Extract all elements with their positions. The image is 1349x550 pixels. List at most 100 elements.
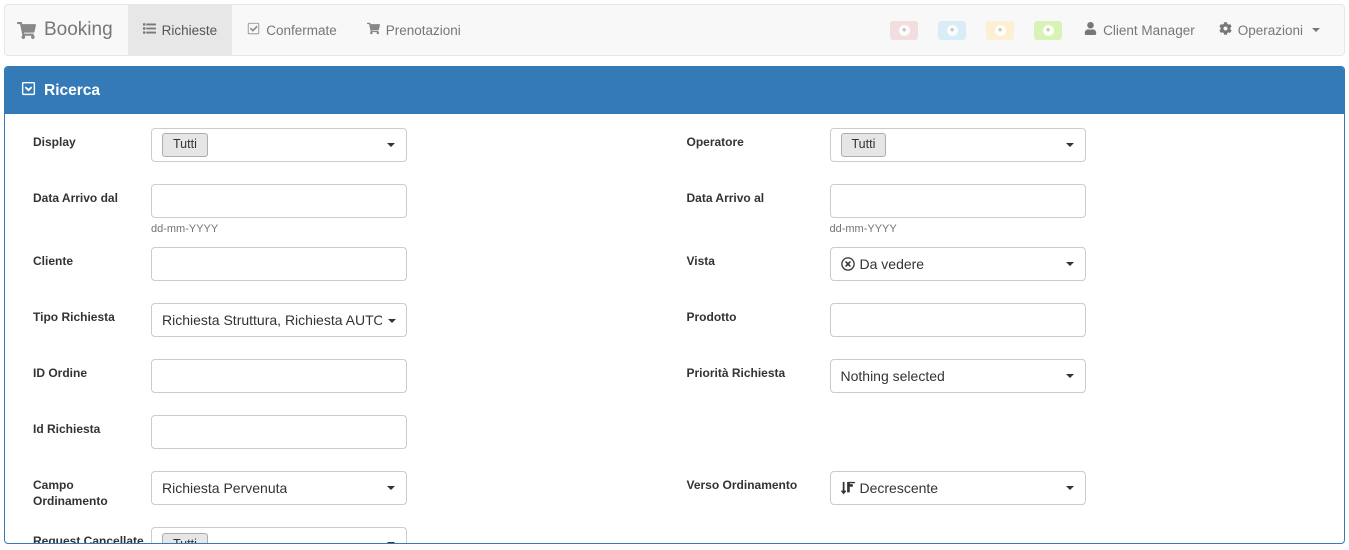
campo-ordinamento-value: Richiesta Pervenuta <box>162 480 288 497</box>
field-vista-label: Vista <box>686 254 715 269</box>
tab-richieste[interactable]: Richieste <box>127 5 233 55</box>
display-select-chip: Tutti <box>162 133 208 157</box>
chevron-down-icon <box>1065 143 1074 147</box>
prodotto-input[interactable] <box>829 303 1086 338</box>
chevron-down-icon <box>1065 262 1074 267</box>
tab-prenotazioni-label: Prenotazioni <box>385 22 461 38</box>
cart-icon <box>17 21 36 40</box>
field-priorita-richiesta: Priorità Richiesta Nothing selected <box>675 359 1345 405</box>
vista-value: Da vedere <box>859 256 925 273</box>
ricerca-panel: Ricerca Display Tutti Data Arrivo dal dd… <box>4 66 1345 544</box>
form-column-right: Operatore Tutti Data Arrivo al dd-mm-YYY… <box>675 128 1345 543</box>
field-id-ordine: ID Ordine <box>5 359 675 405</box>
field-display-label: Display <box>33 135 76 149</box>
field-campo-ordinamento-label: Campo Ordinamento <box>33 478 108 508</box>
panel-heading: Ricerca <box>5 67 1344 114</box>
field-vista: Vista Da vedere <box>675 247 1345 293</box>
display-select[interactable]: Tutti <box>151 128 407 162</box>
field-data-arrivo-dal: Data Arrivo dal dd-mm-YYYY <box>5 184 675 237</box>
operatore-select-chip: Tutti <box>840 133 887 157</box>
operatore-select[interactable]: Tutti <box>829 128 1086 162</box>
client-manager-label: Client Manager <box>1103 22 1195 38</box>
tab-confermate-label: Confermate <box>266 22 337 38</box>
request-cancellate-select[interactable]: Tutti <box>151 527 407 543</box>
priorita-richiesta-value: Nothing selected <box>840 368 945 385</box>
chevron-down-icon <box>1312 28 1320 32</box>
data-arrivo-dal-input[interactable] <box>151 184 407 218</box>
cart-icon <box>366 22 380 38</box>
id-richiesta-input[interactable] <box>151 415 407 450</box>
data-arrivo-dal-help: dd-mm-YYYY <box>151 223 219 235</box>
client-manager-link[interactable]: Client Manager <box>1072 22 1207 38</box>
brand-label: Booking <box>44 19 113 40</box>
operazioni-dropdown[interactable]: Operazioni <box>1207 22 1332 38</box>
campo-ordinamento-select[interactable]: Richiesta Pervenuta <box>151 471 407 506</box>
circle-x-icon <box>840 257 855 272</box>
verso-ordinamento-value: Decrescente <box>859 480 939 497</box>
verso-ordinamento-select[interactable]: Decrescente <box>829 471 1086 506</box>
form-columns: Display Tutti Data Arrivo dal dd-mm-YYYY… <box>5 128 1345 544</box>
main-navbar: Booking Richieste Confermate Prenotazion… <box>4 4 1345 56</box>
check-square-icon <box>247 22 260 38</box>
user-icon: ● <box>898 24 910 36</box>
user-icon: ● <box>1042 24 1054 36</box>
badge-red[interactable]: ● <box>890 20 919 40</box>
tab-confermate[interactable]: Confermate <box>232 5 352 55</box>
navbar-right-group: ● ● ● ● Client Manager Operazioni <box>880 5 1344 55</box>
field-cliente-label: Cliente <box>33 254 74 269</box>
chevron-down-icon <box>387 143 395 147</box>
badge-blue[interactable]: ● <box>938 20 967 40</box>
tipo-richiesta-select[interactable]: Richiesta Struttura, Richiesta AUTO, Ri <box>151 303 407 338</box>
field-campo-ordinamento: Campo Ordinamento Richiesta Pervenuta <box>5 471 675 517</box>
brand-booking[interactable]: Booking <box>5 5 128 55</box>
field-id-ordine-label: ID Ordine <box>33 366 88 381</box>
gear-icon <box>1219 22 1232 38</box>
tab-prenotazioni[interactable]: Prenotazioni <box>352 5 476 55</box>
data-arrivo-al-input[interactable] <box>829 184 1086 218</box>
field-verso-ordinamento-label: Verso Ordinamento <box>686 478 798 493</box>
field-tipo-richiesta-label: Tipo Richiesta <box>33 310 115 325</box>
vista-select[interactable]: Da vedere <box>829 247 1086 282</box>
field-tipo-richiesta: Tipo Richiesta Richiesta Struttura, Rich… <box>5 303 675 349</box>
badge-green[interactable]: ● <box>1034 20 1063 40</box>
caret-square-down-icon <box>21 81 36 101</box>
field-data-arrivo-al-label: Data Arrivo al <box>686 191 765 205</box>
field-prodotto: Prodotto <box>675 303 1345 349</box>
user-icon: ● <box>946 24 958 36</box>
user-icon: ● <box>994 24 1006 36</box>
operazioni-label: Operazioni <box>1237 22 1303 38</box>
field-operatore: Operatore Tutti <box>675 128 1345 174</box>
user-icon <box>1084 22 1097 38</box>
field-verso-ordinamento: Verso Ordinamento Decrescente <box>675 471 1345 517</box>
tipo-richiesta-value: Richiesta Struttura, Richiesta AUTO, Ri <box>162 312 382 329</box>
field-data-arrivo-dal-label: Data Arrivo dal <box>33 191 118 205</box>
chevron-down-icon <box>388 319 396 324</box>
list-icon <box>142 22 156 38</box>
chevron-down-icon <box>387 542 395 543</box>
field-request-cancellate: Request Cancellate Tutti <box>5 527 675 544</box>
data-arrivo-al-help: dd-mm-YYYY <box>829 223 897 235</box>
id-ordine-input[interactable] <box>151 359 407 394</box>
priorita-richiesta-select[interactable]: Nothing selected <box>829 359 1086 394</box>
request-cancellate-chip: Tutti <box>162 532 208 543</box>
chevron-down-icon <box>387 486 395 491</box>
form-column-left: Display Tutti Data Arrivo dal dd-mm-YYYY… <box>5 128 675 544</box>
field-display: Display Tutti <box>5 128 675 174</box>
navbar-tabs: Richieste Confermate Prenotazioni <box>127 5 476 55</box>
chevron-down-icon <box>1065 486 1074 491</box>
panel-title: Ricerca <box>44 81 101 99</box>
panel-body: Display Tutti Data Arrivo dal dd-mm-YYYY… <box>5 114 1344 543</box>
right-column-spacer <box>675 415 1345 461</box>
field-prodotto-label: Prodotto <box>686 310 737 325</box>
tab-richieste-label: Richieste <box>161 22 218 38</box>
field-id-richiesta-label: Id Richiesta <box>33 422 101 437</box>
field-request-cancellate-label: Request Cancellate <box>33 534 144 544</box>
field-operatore-label: Operatore <box>686 135 744 149</box>
field-id-richiesta: Id Richiesta <box>5 415 675 461</box>
sort-amount-desc-icon <box>840 481 855 495</box>
badge-orange[interactable]: ● <box>986 20 1015 40</box>
navbar-left-group: Booking Richieste Confermate Prenotazion… <box>5 5 476 55</box>
cliente-input[interactable] <box>151 247 407 282</box>
field-priorita-richiesta-label: Priorità Richiesta <box>686 366 786 381</box>
field-data-arrivo-al: Data Arrivo al dd-mm-YYYY <box>675 184 1345 237</box>
